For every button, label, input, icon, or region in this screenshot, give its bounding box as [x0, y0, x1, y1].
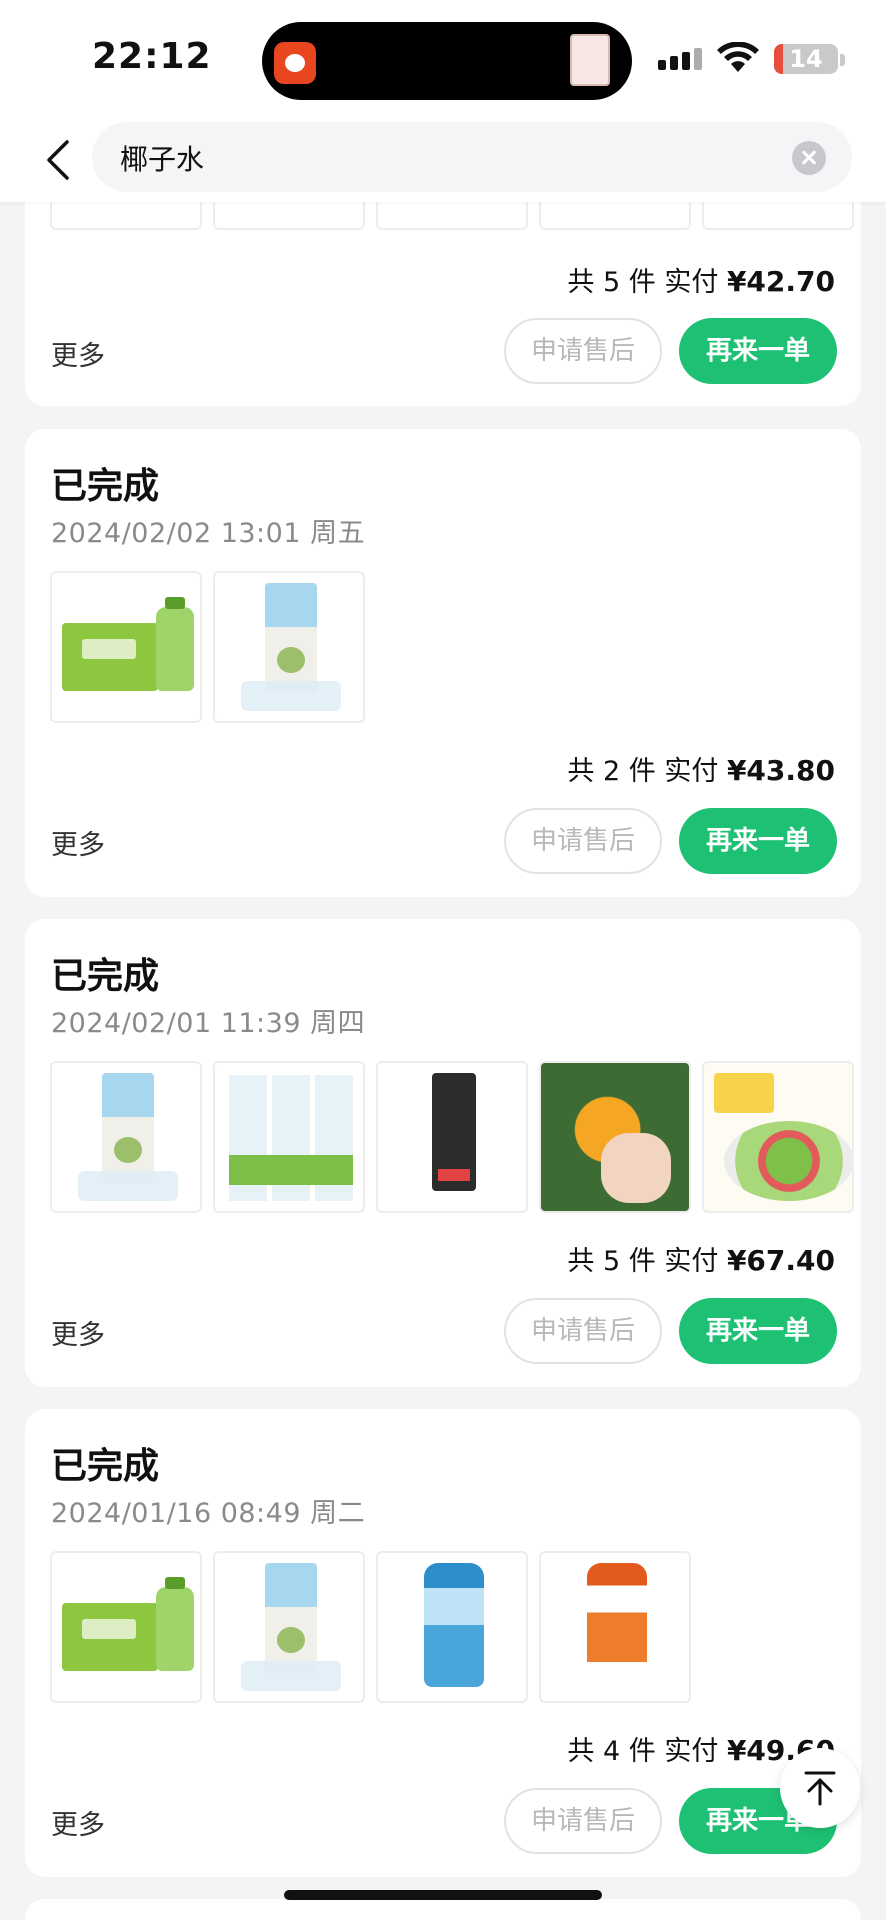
after-sale-button[interactable]: 申请售后	[504, 1788, 662, 1854]
app-activity-icon	[274, 42, 316, 84]
item-count: 共 2 件	[567, 756, 656, 787]
item-count: 共 4 件	[567, 1736, 656, 1767]
product-thumbnail[interactable]	[213, 1551, 365, 1703]
wifi-icon	[717, 42, 759, 72]
battery-percent: 14	[789, 45, 823, 73]
more-link[interactable]: 更多	[51, 1313, 105, 1352]
search-header: 椰子水	[0, 118, 886, 202]
after-sale-button[interactable]: 申请售后	[504, 318, 662, 384]
product-thumbnail[interactable]	[50, 1061, 202, 1213]
product-thumbnail[interactable]	[376, 1551, 528, 1703]
paid-amount: ¥67.40	[726, 1244, 835, 1277]
paid-label: 实付	[664, 1246, 719, 1277]
status-bar: 22:12 14	[0, 0, 886, 118]
reorder-button[interactable]: 再来一单	[679, 318, 837, 384]
product-thumbnail[interactable]	[50, 571, 202, 723]
reorder-button[interactable]: 再来一单	[679, 1298, 837, 1364]
product-thumbnail[interactable]	[539, 1551, 691, 1703]
more-link[interactable]: 更多	[51, 823, 105, 862]
paid-label: 实付	[664, 267, 719, 298]
more-link[interactable]: 更多	[51, 1803, 105, 1842]
product-thumbnail[interactable]	[213, 571, 365, 723]
order-status: 已完成	[51, 466, 160, 507]
paid-label: 实付	[664, 756, 719, 787]
order-items	[50, 571, 861, 723]
more-link[interactable]: 更多	[51, 334, 105, 373]
after-sale-button[interactable]: 申请售后	[504, 808, 662, 874]
product-thumbnail[interactable]	[376, 1061, 528, 1213]
clock: 22:12	[92, 36, 212, 77]
order-date: 2024/01/16 08:49 周二	[51, 1498, 366, 1529]
product-thumbnail[interactable]	[213, 1061, 365, 1213]
order-status: 已完成	[51, 1446, 160, 1487]
product-thumbnail[interactable]	[539, 1061, 691, 1213]
order-card-partial-next	[25, 1899, 861, 1920]
order-card: 已完成 2024/01/16 08:49 周二 共 4 件 实付 ¥49.60 …	[25, 1409, 861, 1877]
order-summary: 共 5 件 实付 ¥67.40	[567, 1239, 835, 1278]
order-date: 2024/02/02 13:01 周五	[51, 518, 366, 549]
reorder-button[interactable]: 再来一单	[679, 808, 837, 874]
paid-label: 实付	[664, 1736, 719, 1767]
cellular-signal-icon	[658, 48, 702, 70]
order-summary: 共 2 件 实付 ¥43.80	[567, 749, 835, 788]
battery-icon: 14	[774, 44, 838, 74]
paid-amount: ¥43.80	[726, 754, 835, 787]
item-count: 共 5 件	[567, 267, 656, 298]
search-query: 椰子水	[120, 143, 205, 176]
media-thumbnail-icon	[570, 34, 610, 86]
order-items	[50, 1551, 861, 1703]
scroll-to-top-button[interactable]	[780, 1748, 860, 1828]
home-indicator	[284, 1890, 602, 1900]
product-thumbnail[interactable]	[702, 1061, 854, 1213]
chevron-left-icon	[47, 140, 69, 180]
clear-icon[interactable]	[792, 141, 826, 175]
order-summary: 共 5 件 实付 ¥42.70	[567, 260, 835, 299]
order-date: 2024/02/01 11:39 周四	[51, 1008, 366, 1039]
order-status: 已完成	[51, 956, 160, 997]
item-count: 共 5 件	[567, 1246, 656, 1277]
search-input[interactable]: 椰子水	[92, 122, 852, 192]
back-button[interactable]	[36, 132, 80, 188]
after-sale-button[interactable]: 申请售后	[504, 1298, 662, 1364]
order-items	[50, 1061, 861, 1213]
battery-cap	[840, 54, 845, 66]
order-card: 已完成 2024/02/01 11:39 周四 共 5 件 实付 ¥67.40 …	[25, 919, 861, 1387]
paid-amount: ¥42.70	[726, 265, 835, 298]
arrow-up-to-top-icon	[804, 1771, 836, 1806]
order-card: 已完成 2024/02/02 13:01 周五 共 2 件 实付 ¥43.80 …	[25, 429, 861, 897]
product-thumbnail[interactable]	[50, 1551, 202, 1703]
